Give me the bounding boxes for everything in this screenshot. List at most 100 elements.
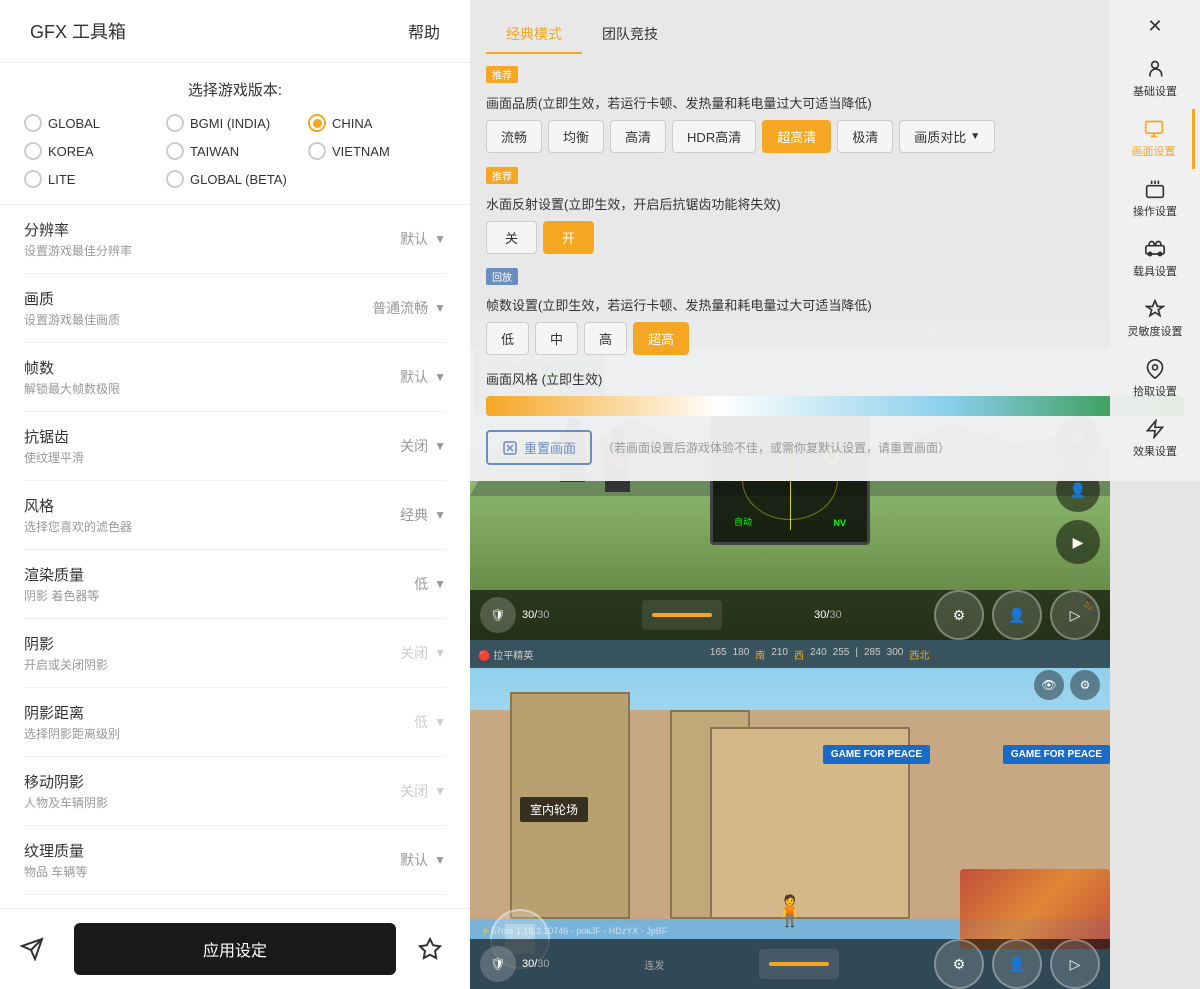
tab-classic[interactable]: 经典模式 bbox=[486, 16, 582, 54]
chevron-icon: ▼ bbox=[434, 232, 446, 246]
fps-block: 回放 帧数设置(立即生效，若运行卡顿、发热量和耗电量过大可适当降低) 低 中 高… bbox=[486, 268, 1184, 355]
water-on[interactable]: 开 bbox=[543, 221, 594, 254]
action-buttons: ⚙ 👤 ▷ bbox=[934, 590, 1100, 640]
sidebar-item-controls[interactable]: 操作设置 bbox=[1115, 169, 1195, 229]
send-button[interactable] bbox=[20, 929, 60, 969]
style-block: 画面风格 (立即生效) bbox=[486, 369, 1184, 416]
chevron-icon: ▼ bbox=[434, 577, 446, 591]
quality-compare[interactable]: 画质对比 ▼ bbox=[899, 120, 995, 153]
radio-bgmi bbox=[166, 114, 184, 132]
radio-taiwan bbox=[166, 142, 184, 160]
overlay-settings: 经典模式 团队竞技 推荐 画面品质(立即生效，若运行卡顿、发热量和耗电量过大可适… bbox=[470, 0, 1200, 481]
radio-china bbox=[308, 114, 326, 132]
version-china[interactable]: CHINA bbox=[308, 114, 446, 132]
help-link[interactable]: 帮助 bbox=[408, 19, 440, 43]
chevron-icon: ▼ bbox=[434, 370, 446, 384]
close-button[interactable]: ✕ bbox=[1115, 8, 1195, 45]
game-hud-compass-bottom: 🔴 拉平精英 165 180 南 210 西 240 255 | 285 300… bbox=[470, 640, 1110, 668]
chevron-icon: ▼ bbox=[434, 508, 446, 522]
quality-hd[interactable]: 高清 bbox=[610, 120, 666, 153]
quality-ultra-hd[interactable]: 超高清 bbox=[762, 120, 831, 153]
reset-hint: （若画面设置后游戏体验不佳，或需你复默认设置，请重置画面） bbox=[602, 439, 950, 456]
sidebar-item-effects[interactable]: 效果设置 bbox=[1115, 409, 1195, 469]
quality-balanced[interactable]: 均衡 bbox=[548, 120, 604, 153]
setting-shadow-distance: 阴影距离 选择阴影距离级别 低 ▼ bbox=[24, 688, 446, 757]
fps-title: 帧数设置(立即生效，若运行卡顿、发热量和耗电量过大可适当降低) bbox=[486, 295, 1184, 314]
quality-tag: 推荐 bbox=[486, 66, 518, 83]
fps-tag: 回放 bbox=[486, 268, 518, 285]
apply-button[interactable]: 应用设定 bbox=[74, 923, 396, 975]
reset-row: 重置画面 （若画面设置后游戏体验不佳，或需你复默认设置，请重置画面） bbox=[486, 430, 1184, 465]
style-title: 画面风格 (立即生效) bbox=[486, 369, 1184, 388]
setting-fps: 帧数 解锁最大帧数极限 默认 ▼ bbox=[24, 343, 446, 412]
setting-resolution: 分辨率 设置游戏最佳分辨率 默认 ▼ bbox=[24, 205, 446, 274]
water-off[interactable]: 关 bbox=[486, 221, 537, 254]
quality-smooth[interactable]: 流畅 bbox=[486, 120, 542, 153]
setting-shadow: 阴影 开启或关闭阴影 关闭 ▼ bbox=[24, 619, 446, 688]
version-korea[interactable]: KOREA bbox=[24, 142, 162, 160]
water-title: 水面反射设置(立即生效，开启后抗锯齿功能将失效) bbox=[486, 194, 1184, 213]
bottom-bar: 应用设定 bbox=[0, 908, 470, 989]
settings-list: 分辨率 设置游戏最佳分辨率 默认 ▼ 画质 设置游戏最佳画质 普通流畅 ▼ 帧数… bbox=[0, 205, 470, 908]
reset-button[interactable]: 重置画面 bbox=[486, 430, 592, 465]
version-vietnam[interactable]: VIETNAM bbox=[308, 142, 446, 160]
version-title: 选择游戏版本: bbox=[24, 79, 446, 100]
weapon-bar-bottom: 🛡 30/30 连发 ⚙ 👤 ▷ bbox=[470, 939, 1110, 989]
app-title: GFX 工具箱 bbox=[30, 18, 126, 44]
fps-options: 低 中 高 超高 bbox=[486, 322, 1184, 355]
fps-high[interactable]: 高 bbox=[584, 322, 627, 355]
fps-mid[interactable]: 中 bbox=[535, 322, 578, 355]
setting-quality: 画质 设置游戏最佳画质 普通流畅 ▼ bbox=[24, 274, 446, 343]
radio-korea bbox=[24, 142, 42, 160]
left-panel: GFX 工具箱 帮助 选择游戏版本: GLOBAL BGMI (INDIA) C… bbox=[0, 0, 470, 989]
quality-options: 流畅 均衡 高清 HDR高清 超高清 极清 画质对比 ▼ bbox=[486, 120, 1184, 153]
chevron-icon: ▼ bbox=[434, 439, 446, 453]
radio-lite bbox=[24, 170, 42, 188]
sidebar-item-display[interactable]: 画面设置 bbox=[1115, 109, 1195, 169]
setting-texture: 纹理质量 物品 车辆等 默认 ▼ bbox=[24, 826, 446, 895]
quality-block: 推荐 画面品质(立即生效，若运行卡顿、发热量和耗电量过大可适当降低) 流畅 均衡… bbox=[486, 66, 1184, 153]
chevron-icon: ▼ bbox=[434, 853, 446, 867]
version-grid: GLOBAL BGMI (INDIA) CHINA KOREA TAIWAN bbox=[24, 114, 446, 188]
sidebar-item-basic[interactable]: 基础设置 bbox=[1115, 49, 1195, 109]
radio-global-beta bbox=[166, 170, 184, 188]
radio-global bbox=[24, 114, 42, 132]
radio-vietnam bbox=[308, 142, 326, 160]
weapon-bar-top: 🛡 30/30 30/30 ⚙ 👤 ▷ bbox=[470, 590, 1110, 640]
setting-moving-shadow: 移动阴影 人物及车辆阴影 关闭 ▼ bbox=[24, 757, 446, 826]
favorite-button[interactable] bbox=[410, 929, 450, 969]
tab-team[interactable]: 团队竞技 bbox=[582, 16, 678, 54]
chevron-icon: ▼ bbox=[434, 646, 446, 660]
setting-antialiasing: 抗锯齿 使纹理平滑 关闭 ▼ bbox=[24, 412, 446, 481]
sidebar-item-sensitivity[interactable]: 灵敏度设置 bbox=[1115, 289, 1195, 349]
game-view-bottom: GAME FOR PEACE GAME FOR PEACE 室内轮场 🔴 拉平精… bbox=[470, 640, 1110, 989]
version-taiwan[interactable]: TAIWAN bbox=[166, 142, 304, 160]
setting-render-quality: 渲染质量 阴影 着色器等 低 ▼ bbox=[24, 550, 446, 619]
setting-effect-quality: 效果质量 火花 爆炸 射击等 默认 ▼ bbox=[24, 895, 446, 908]
water-toggle: 关 开 bbox=[486, 221, 1184, 254]
sidebar-item-pickup[interactable]: 拾取设置 bbox=[1115, 349, 1195, 409]
water-tag: 推荐 bbox=[486, 167, 518, 184]
water-block: 推荐 水面反射设置(立即生效，开启后抗锯齿功能将失效) 关 开 bbox=[486, 167, 1184, 254]
left-header: GFX 工具箱 帮助 bbox=[0, 0, 470, 63]
right-panel: 经典模式 团队竞技 推荐 画面品质(立即生效，若运行卡顿、发热量和耗电量过大可适… bbox=[470, 0, 1200, 989]
quality-title: 画面品质(立即生效，若运行卡顿、发热量和耗电量过大可适当降低) bbox=[486, 93, 1184, 112]
chevron-icon: ▼ bbox=[434, 715, 446, 729]
chevron-icon: ▼ bbox=[434, 301, 446, 315]
version-bgmi[interactable]: BGMI (INDIA) bbox=[166, 114, 304, 132]
setting-style: 风格 选择您喜欢的滤色器 经典 ▼ bbox=[24, 481, 446, 550]
quality-hdr[interactable]: HDR高清 bbox=[672, 120, 756, 153]
quality-ultra[interactable]: 极清 bbox=[837, 120, 893, 153]
version-global[interactable]: GLOBAL bbox=[24, 114, 162, 132]
overlay-tabs: 经典模式 团队竞技 bbox=[486, 16, 1184, 54]
right-sidebar: ✕ 基础设置 画面设置 操作设置 载具设置 灵敏度设置 拾取设置 效果设置 bbox=[1110, 0, 1200, 989]
fps-low[interactable]: 低 bbox=[486, 322, 529, 355]
version-section: 选择游戏版本: GLOBAL BGMI (INDIA) CHINA KOREA bbox=[0, 63, 470, 205]
player-character: 🧍 bbox=[771, 894, 808, 929]
action-buttons-bottom: ⚙ 👤 ▷ bbox=[934, 939, 1100, 989]
version-global-beta[interactable]: GLOBAL (BETA) bbox=[166, 170, 446, 188]
fps-ultra[interactable]: 超高 bbox=[633, 322, 689, 355]
chevron-icon: ▼ bbox=[434, 784, 446, 798]
version-lite[interactable]: LITE bbox=[24, 170, 162, 188]
sidebar-item-vehicle[interactable]: 载具设置 bbox=[1115, 229, 1195, 289]
